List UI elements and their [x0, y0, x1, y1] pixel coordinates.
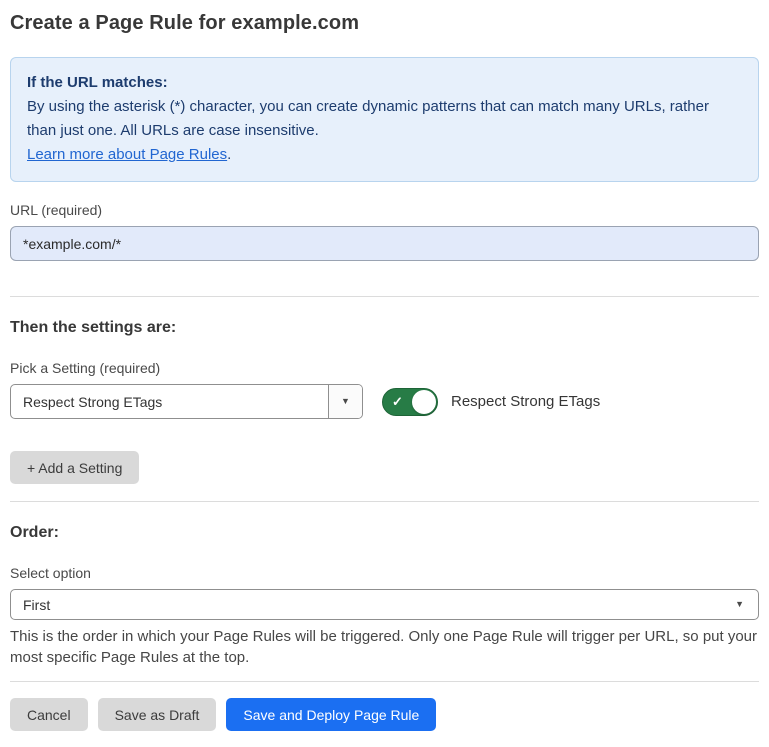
divider	[10, 296, 759, 297]
order-section-heading: Order:	[10, 524, 759, 542]
page-title: Create a Page Rule for example.com	[10, 12, 759, 35]
order-help-text: This is the order in which your Page Rul…	[10, 626, 759, 668]
order-select-label: Select option	[10, 565, 759, 581]
footer-buttons: Cancel Save as Draft Save and Deploy Pag…	[10, 698, 759, 731]
setting-row: Respect Strong ETags ▼ ✓ Respect Strong …	[10, 384, 759, 419]
order-select-caret-area: ▼	[735, 590, 758, 619]
setting-toggle-group: ✓ Respect Strong ETags	[382, 388, 600, 416]
info-box-link-line: Learn more about Page Rules.	[27, 143, 742, 167]
chevron-down-icon: ▼	[735, 600, 744, 609]
url-match-info-box: If the URL matches: By using the asteris…	[10, 57, 759, 182]
order-select-value: First	[11, 590, 735, 619]
setting-toggle[interactable]: ✓	[382, 388, 438, 416]
setting-toggle-label: Respect Strong ETags	[451, 393, 600, 410]
pick-setting-label: Pick a Setting (required)	[10, 360, 759, 376]
toggle-knob	[412, 390, 436, 414]
save-deploy-button[interactable]: Save and Deploy Page Rule	[226, 698, 436, 731]
divider	[10, 501, 759, 502]
info-box-body: By using the asterisk (*) character, you…	[27, 95, 742, 143]
link-period: .	[227, 146, 231, 163]
add-setting-button[interactable]: + Add a Setting	[10, 451, 139, 484]
setting-select-value: Respect Strong ETags	[11, 385, 328, 418]
order-select[interactable]: First ▼	[10, 589, 759, 620]
settings-section-heading: Then the settings are:	[10, 319, 759, 337]
info-box-heading: If the URL matches:	[27, 71, 742, 95]
url-input[interactable]	[10, 226, 759, 261]
chevron-down-icon: ▼	[341, 397, 350, 406]
save-draft-button[interactable]: Save as Draft	[98, 698, 217, 731]
setting-select-arrow-button[interactable]: ▼	[328, 385, 362, 418]
url-field-label: URL (required)	[10, 202, 759, 218]
learn-more-link[interactable]: Learn more about Page Rules	[27, 146, 227, 163]
setting-select[interactable]: Respect Strong ETags ▼	[10, 384, 363, 419]
cancel-button[interactable]: Cancel	[10, 698, 88, 731]
check-icon: ✓	[392, 394, 403, 410]
page-rule-form: Create a Page Rule for example.com If th…	[0, 0, 769, 747]
divider	[10, 681, 759, 682]
